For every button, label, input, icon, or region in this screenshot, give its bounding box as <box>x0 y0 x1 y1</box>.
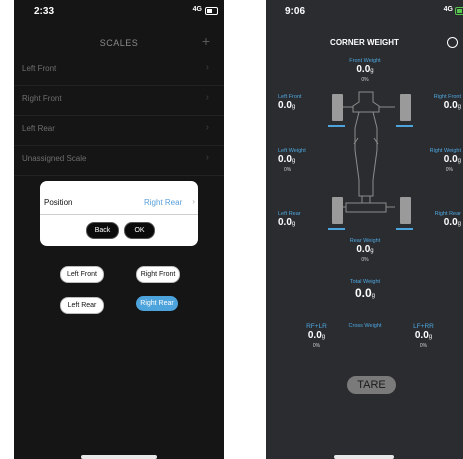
home-indicator[interactable] <box>334 455 394 459</box>
status-bar: 9:06 4G <box>266 0 463 22</box>
scale-row-label: Left Front <box>22 64 57 73</box>
scale-row-label: Left Rear <box>22 124 55 133</box>
page-title: CORNER WEIGHT <box>330 38 399 47</box>
position-button-left-rear[interactable]: Left Rear <box>60 297 104 314</box>
chevron-right-icon: › <box>205 92 209 103</box>
position-button-right-front[interactable]: Right Front <box>136 266 180 283</box>
right-weight-block: Right Weight 0.0g 0% <box>416 148 461 173</box>
rf-lr-value: 0.0g <box>307 330 326 341</box>
rear-left-indicator <box>328 228 345 230</box>
tare-button[interactable]: TARE <box>347 376 396 394</box>
scales-screen: 2:33 4G SCALES + Left Front › Right Fron… <box>14 0 224 459</box>
status-bar: 2:33 4G <box>14 0 224 22</box>
home-indicator[interactable] <box>81 455 157 459</box>
page-title: SCALES <box>99 38 139 48</box>
lf-rr-value: 0.0g <box>414 330 433 341</box>
right-weight-value: 0.0g <box>443 154 461 165</box>
position-label: Position <box>44 198 73 207</box>
plus-icon[interactable]: + <box>202 33 210 49</box>
right-rear-value: 0.0g <box>443 217 461 228</box>
network-indicator: 4G <box>443 6 453 13</box>
chevron-right-icon: › <box>192 197 195 206</box>
total-weight-block: Total Weight 0.0g <box>340 279 390 304</box>
total-weight-value: 0.0g <box>354 286 376 300</box>
right-front-block: Right Front 0.0g <box>421 94 461 113</box>
scale-row-label: Right Front <box>22 94 62 103</box>
right-rear-block: Right Rear 0.0g <box>421 211 461 230</box>
rear-weight-value: 0.0g <box>356 244 374 255</box>
lf-rr-percent: 0% <box>419 343 428 349</box>
left-weight-percent: 0% <box>284 167 292 173</box>
left-rear-value: 0.0g <box>278 217 296 228</box>
chevron-right-icon: › <box>205 152 209 163</box>
left-front-block: Left Front 0.0g <box>278 94 318 113</box>
chevron-right-icon: › <box>205 62 209 73</box>
scale-row-left-rear[interactable]: Left Rear › <box>14 116 224 146</box>
left-weight-value: 0.0g <box>278 154 296 165</box>
status-time: 9:06 <box>285 6 306 17</box>
chevron-right-icon: › <box>205 122 209 133</box>
front-right-indicator <box>396 125 413 127</box>
rear-weight-percent: 0% <box>361 257 369 263</box>
position-dialog: Position Right Rear › Back OK <box>40 181 198 246</box>
gear-icon[interactable] <box>447 37 458 48</box>
position-value[interactable]: Right Rear <box>144 198 182 207</box>
right-weight-percent: 0% <box>445 167 453 173</box>
scale-row-left-front[interactable]: Left Front › <box>14 56 224 86</box>
right-front-value: 0.0g <box>443 100 461 111</box>
rf-lr-label: RF+LR <box>306 323 327 330</box>
rear-weight-block: Rear Weight 0.0g 0% <box>340 238 390 263</box>
rear-right-indicator <box>396 228 413 230</box>
front-right-tire <box>400 94 411 121</box>
rf-lr-block: RF+LR 0.0g 0% <box>294 323 339 349</box>
rf-lr-percent: 0% <box>312 343 321 349</box>
front-left-indicator <box>328 125 345 127</box>
battery-icon <box>455 7 463 15</box>
position-button-left-front[interactable]: Left Front <box>60 266 104 283</box>
scale-row-label: Unassigned Scale <box>22 154 87 163</box>
status-time: 2:33 <box>34 6 55 17</box>
left-rear-block: Left Rear 0.0g <box>278 211 318 230</box>
front-left-tire <box>332 94 343 121</box>
front-weight-percent: 0% <box>361 77 369 83</box>
left-weight-block: Left Weight 0.0g 0% <box>278 148 318 173</box>
cross-weight-block: Cross Weight <box>340 323 390 329</box>
battery-icon <box>205 7 218 15</box>
scale-row-right-front[interactable]: Right Front › <box>14 86 224 116</box>
lf-rr-label: LF+RR <box>413 323 434 330</box>
position-button-right-rear[interactable]: Right Rear <box>136 296 178 311</box>
network-indicator: 4G <box>192 6 202 13</box>
ok-button[interactable]: OK <box>124 222 155 239</box>
divider <box>40 214 198 215</box>
left-front-value: 0.0g <box>278 100 296 111</box>
rear-left-tire <box>332 197 343 224</box>
back-button[interactable]: Back <box>86 222 119 239</box>
corner-weight-screen: 9:06 4G CORNER WEIGHT Front Weight 0.0g … <box>266 0 463 459</box>
lf-rr-block: LF+RR 0.0g 0% <box>401 323 446 349</box>
scale-row-unassigned[interactable]: Unassigned Scale › <box>14 146 224 176</box>
cross-weight-label: Cross Weight <box>348 323 382 329</box>
rear-right-tire <box>400 197 411 224</box>
front-weight-block: Front Weight 0.0g 0% <box>340 58 390 83</box>
front-weight-value: 0.0g <box>356 64 374 75</box>
